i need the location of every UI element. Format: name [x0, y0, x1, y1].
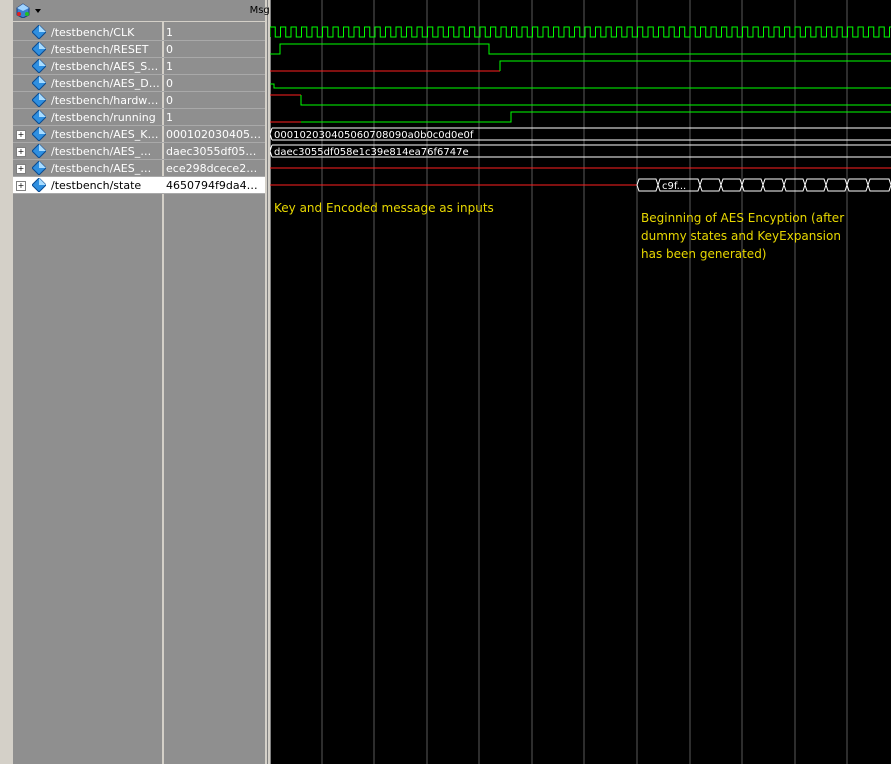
signal-name: /testbench/AES_KEY	[51, 128, 160, 141]
hardware-wave	[300, 95, 891, 106]
chevron-down-icon	[35, 9, 41, 13]
aes-done-wave	[270, 83, 891, 89]
expand-icon[interactable]: +	[16, 164, 26, 174]
left-border	[0, 0, 13, 764]
aes-msg-in-label: daec3055df058e1c39e814ea76f6747e	[274, 147, 469, 158]
clk-wave	[270, 26, 891, 38]
signal-value: 0	[166, 43, 173, 56]
signal-name: /testbench/state	[51, 179, 142, 192]
signal-value: 1	[166, 111, 173, 124]
wave-tool-icon	[16, 3, 41, 19]
annotation-inputs: Key and Encoded message as inputs	[274, 201, 494, 215]
row-separator	[13, 193, 265, 194]
state-first-label: c9f...	[662, 181, 686, 192]
aes-key-label: 000102030405060708090a0b0c0d0e0f	[274, 130, 474, 141]
signal-name: /testbench/AES_ST...	[51, 60, 160, 73]
signal-row[interactable]: /testbench/RESET 0	[13, 41, 265, 58]
msgs-column-header: Msgs	[249, 5, 275, 16]
signal-value: 1	[166, 60, 173, 73]
signal-row[interactable]: /testbench/CLK 1	[13, 24, 265, 41]
expand-icon[interactable]: +	[16, 147, 26, 157]
signal-name: /testbench/AES_MS...	[51, 162, 160, 175]
signal-value: 00010203040506...	[166, 128, 262, 141]
signal-name: /testbench/hardwar...	[51, 94, 160, 107]
signal-row[interactable]: /testbench/AES_DO... 0	[13, 75, 265, 92]
annotation-encryption: Beginning of AES Encyption (after dummy …	[641, 211, 845, 261]
signal-diamond-icon	[32, 144, 46, 158]
wave-header: Msgs	[13, 0, 275, 22]
signal-diamond-icon	[32, 76, 46, 90]
signal-diamond-icon	[32, 59, 46, 73]
signal-name: /testbench/RESET	[51, 43, 149, 56]
signal-row[interactable]: /testbench/hardwar... 0	[13, 92, 265, 109]
aes-start-wave	[499, 60, 891, 71]
signal-diamond-icon	[32, 161, 46, 175]
signal-row[interactable]: + /testbench/AES_MS... daec3055df058e...	[13, 143, 265, 160]
signal-diamond-icon	[32, 93, 46, 107]
signal-name: /testbench/AES_MS...	[51, 145, 160, 158]
signal-value: daec3055df058e...	[166, 145, 262, 158]
signal-value: ece298dcece298...	[166, 162, 262, 175]
running-wave	[301, 111, 891, 123]
signal-row[interactable]: /testbench/running 1	[13, 109, 265, 126]
signal-row[interactable]: + /testbench/AES_MS... ece298dcece298...	[13, 160, 265, 177]
signal-name: /testbench/running	[51, 111, 156, 124]
wave-tool-dropdown[interactable]	[15, 3, 45, 19]
signal-value: 4650794f9da4d1...	[166, 179, 262, 192]
waveform-canvas[interactable]: 000102030405060708090a0b0c0d0e0f daec3055…	[270, 0, 891, 764]
signal-name: /testbench/CLK	[51, 26, 135, 39]
expand-icon[interactable]: +	[16, 130, 26, 140]
signal-row[interactable]: + /testbench/AES_KEY 00010203040506...	[13, 126, 265, 143]
signal-row[interactable]: + /testbench/state 4650794f9da4d1...	[13, 177, 265, 194]
reset-wave	[270, 43, 891, 55]
signal-diamond-icon	[32, 127, 46, 141]
expand-icon[interactable]: +	[16, 181, 26, 191]
signal-diamond-icon	[32, 178, 46, 192]
signal-diamond-icon	[32, 42, 46, 56]
signal-diamond-icon	[32, 25, 46, 39]
signal-row[interactable]: /testbench/AES_ST... 1	[13, 58, 265, 75]
signal-value: 0	[166, 94, 173, 107]
signal-value: 1	[166, 26, 173, 39]
signal-name: /testbench/AES_DO...	[51, 77, 160, 90]
signal-value: 0	[166, 77, 173, 90]
signal-diamond-icon	[32, 110, 46, 124]
